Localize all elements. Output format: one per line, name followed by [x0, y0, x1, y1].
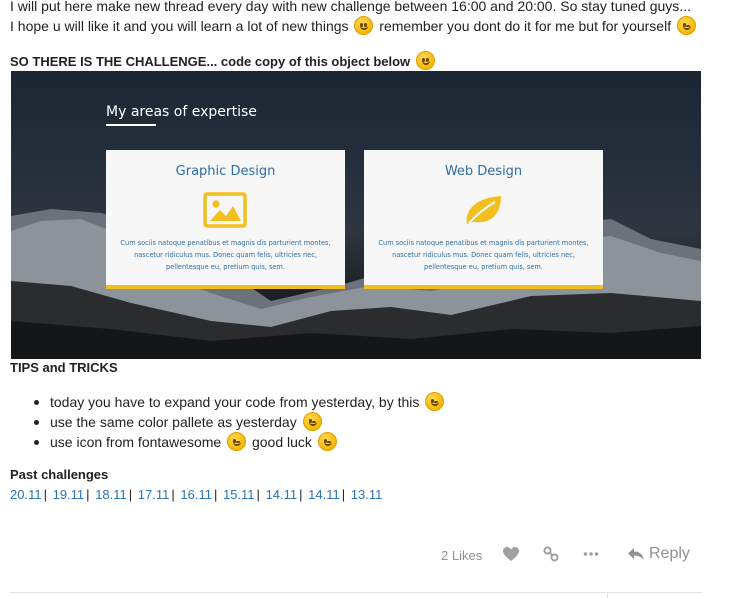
past-challenge-link[interactable]: 20.11	[10, 487, 42, 502]
likes-count[interactable]: 2 Likes	[441, 543, 482, 567]
card-title: Graphic Design	[175, 164, 276, 179]
past-challenges-heading: Past challenges	[10, 467, 109, 482]
past-challenge-link[interactable]: 15.11	[223, 487, 255, 502]
past-challenge-link[interactable]: 18.11	[95, 487, 127, 502]
card-title: Web Design	[444, 164, 523, 179]
past-challenge-link[interactable]: 16.11	[180, 487, 212, 502]
winking-emoji-icon	[227, 432, 247, 451]
link-icon[interactable]	[540, 543, 562, 565]
intro-line-2-end: remember you dont do it for me but for y…	[379, 18, 672, 34]
list-item: today you have to expand your code from …	[34, 392, 446, 412]
slightly-smiling-emoji-icon	[354, 16, 374, 35]
tip-text: use the same color pallete as yesterday	[50, 414, 297, 430]
challenge-heading-text: SO THERE IS THE CHALLENGE... code copy o…	[10, 54, 411, 69]
winking-emoji-icon	[677, 16, 696, 35]
card-description: Cum sociis natoque penatibus et magnis d…	[378, 239, 589, 271]
past-challenge-link[interactable]: 19.11	[53, 487, 85, 502]
intro-line-1: I will put here make new thread every da…	[10, 0, 691, 14]
list-item: use icon from fontawesome good luck	[34, 432, 446, 452]
challenge-heading: SO THERE IS THE CHALLENGE... code copy o…	[10, 51, 437, 72]
slightly-smiling-emoji-icon	[415, 51, 435, 70]
next-post-edge	[10, 592, 702, 598]
card-description: Cum sociis natoque penatibus et magnis d…	[120, 239, 331, 271]
banner-title: My areas of expertise	[106, 104, 257, 120]
intro-line-2: I hope u will like it and you will learn…	[10, 16, 698, 36]
past-challenge-link[interactable]: 14.11	[308, 487, 340, 502]
winking-emoji-icon	[302, 412, 322, 431]
tip-text: use icon from fontawesome	[50, 434, 222, 450]
leaf-icon	[466, 196, 501, 224]
reply-icon	[628, 548, 644, 560]
past-challenge-link[interactable]: 13.11	[351, 487, 383, 502]
past-challenge-link[interactable]: 14.11	[266, 487, 298, 502]
tip-text: good luck	[251, 434, 312, 450]
web-design-card: Web Design Cum sociis natoque penatibus …	[364, 150, 603, 289]
more-options-icon[interactable]	[580, 543, 602, 565]
winking-emoji-icon	[317, 432, 337, 451]
past-challenge-link[interactable]: 17.11	[138, 487, 170, 502]
challenge-preview-image: My areas of expertise Graphic Design Cum…	[11, 71, 701, 359]
tips-heading: TIPS and TRICKS	[10, 360, 118, 375]
reply-button[interactable]: Reply	[627, 543, 690, 565]
tips-list: today you have to expand your code from …	[34, 392, 446, 452]
heart-icon[interactable]	[500, 543, 522, 565]
winking-emoji-icon	[425, 392, 445, 411]
past-challenges-links: 20.11 | 19.11 | 18.11 | 17.11 | 16.11 | 15.11…	[10, 487, 383, 502]
tip-text: today you have to expand your code from …	[50, 394, 420, 410]
graphic-design-card: Graphic Design Cum sociis natoque penati…	[106, 150, 345, 289]
title-underline	[106, 124, 156, 126]
list-item: use the same color pallete as yesterday	[34, 412, 446, 432]
image-icon	[203, 192, 247, 228]
reply-label: Reply	[649, 545, 690, 562]
intro-line-2-start: I hope u will like it and you will learn…	[10, 18, 349, 34]
